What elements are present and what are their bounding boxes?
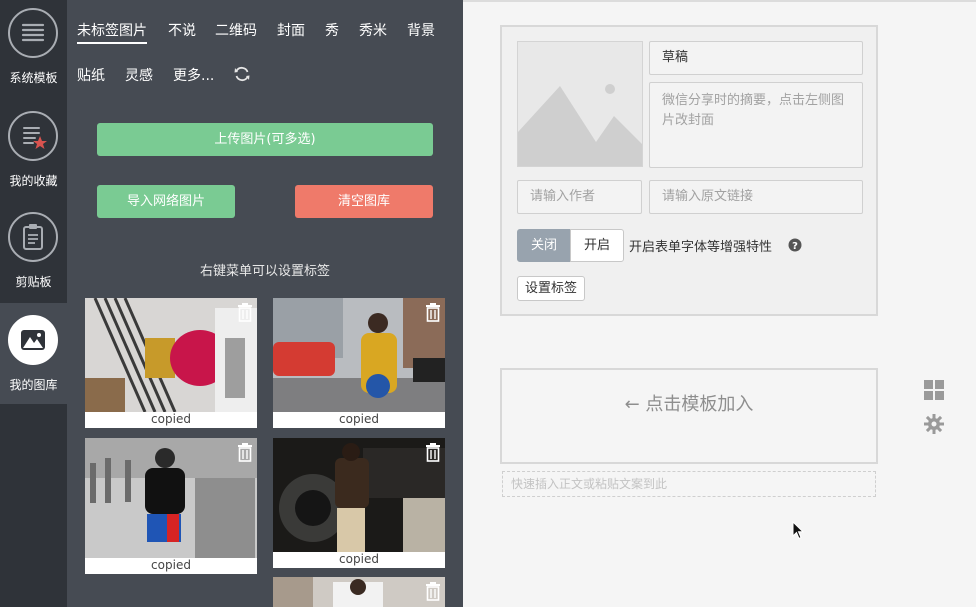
gear-icon[interactable] [924, 414, 944, 434]
quick-paste-input[interactable]: 快速插入正文或粘贴文案到此 [502, 471, 876, 497]
tab-busuo[interactable]: 不说 [168, 20, 196, 40]
article-settings-card: 草稿 微信分享时的摘要，点击左侧图片改封面 请输入作者 请输入原文链接 关闭 开… [500, 25, 878, 316]
trash-icon[interactable] [236, 442, 254, 462]
add-template-area[interactable]: ← 点击模板加入 [500, 368, 878, 464]
trash-icon[interactable] [236, 302, 254, 322]
image-caption: copied [273, 412, 445, 428]
add-template-text: ← 点击模板加入 [624, 394, 754, 415]
image-photo [273, 438, 445, 552]
top-divider [463, 0, 976, 2]
clipboard-icon [8, 212, 58, 262]
tag-hint-text: 右键菜单可以设置标签 [199, 264, 330, 279]
rail-label: 系统模板 [9, 71, 58, 85]
rail-label: 我的收藏 [9, 174, 58, 188]
tab-xiu[interactable]: 秀 [325, 20, 339, 40]
image-photo [273, 577, 445, 607]
cover-image-placeholder[interactable] [517, 41, 643, 167]
trash-icon[interactable] [424, 442, 442, 462]
import-web-image-button[interactable]: 导入网络图片 [97, 185, 235, 218]
tab-untagged[interactable]: 未标签图片 [77, 20, 147, 44]
clear-library-button[interactable]: 清空图库 [295, 185, 433, 218]
gallery-icon [8, 315, 58, 365]
enhance-features-label: 开启表单字体等增强特性 [629, 240, 773, 255]
trash-icon[interactable] [424, 302, 442, 322]
image-photo [85, 298, 257, 412]
template-list-icon [8, 8, 58, 58]
rail-item-system-templates[interactable]: 系统模板 [0, 0, 67, 101]
toggle-off-button[interactable]: 关闭 [517, 229, 571, 262]
image-placeholder-icon [518, 42, 642, 166]
rail-label: 剪贴板 [15, 275, 52, 289]
library-image[interactable]: copied [85, 298, 257, 430]
left-rail: 系统模板 我的收藏 剪贴板 我的图库 [0, 0, 67, 607]
library-image[interactable]: copied [85, 438, 257, 576]
rail-item-favorites[interactable]: 我的收藏 [0, 101, 67, 202]
rail-item-gallery[interactable]: 我的图库 [0, 303, 67, 404]
library-image[interactable] [273, 577, 445, 607]
rail-item-clipboard[interactable]: 剪贴板 [0, 202, 67, 303]
author-field[interactable]: 请输入作者 [517, 180, 642, 214]
refresh-icon[interactable] [233, 65, 251, 83]
tab-inspiration[interactable]: 灵感 [125, 65, 153, 85]
image-library-panel: 未标签图片 不说 二维码 封面 秀 秀米 背景 贴纸 灵感 更多... 上传图片… [67, 0, 463, 607]
tab-qrcode[interactable]: 二维码 [215, 20, 257, 40]
tab-sticker[interactable]: 贴纸 [77, 65, 105, 85]
image-photo [85, 438, 257, 558]
tab-xiumi[interactable]: 秀米 [359, 20, 387, 40]
tab-cover[interactable]: 封面 [277, 20, 305, 40]
upload-images-button[interactable]: 上传图片(可多选) [97, 123, 433, 156]
set-tag-button[interactable]: 设置标签 [517, 276, 586, 301]
grid-icon[interactable] [924, 380, 944, 400]
tab-background[interactable]: 背景 [407, 20, 435, 40]
help-icon[interactable]: ? [788, 237, 802, 252]
summary-field[interactable]: 微信分享时的摘要，点击左侧图片改封面 [649, 82, 863, 168]
image-caption: copied [273, 552, 445, 568]
image-caption: copied [85, 412, 257, 428]
tab-more[interactable]: 更多... [173, 65, 214, 85]
source-link-field[interactable]: 请输入原文链接 [649, 180, 863, 214]
library-image[interactable]: copied [273, 298, 445, 430]
library-image[interactable]: copied [273, 438, 445, 568]
rail-label: 我的图库 [9, 378, 58, 392]
image-photo [273, 298, 445, 412]
favorite-icon [8, 111, 58, 161]
trash-icon[interactable] [424, 581, 442, 601]
title-field[interactable]: 草稿 [649, 41, 863, 75]
mouse-cursor-icon [792, 520, 805, 540]
toggle-on-button[interactable]: 开启 [570, 229, 624, 262]
image-caption: copied [85, 558, 257, 574]
svg-text:?: ? [792, 241, 798, 252]
